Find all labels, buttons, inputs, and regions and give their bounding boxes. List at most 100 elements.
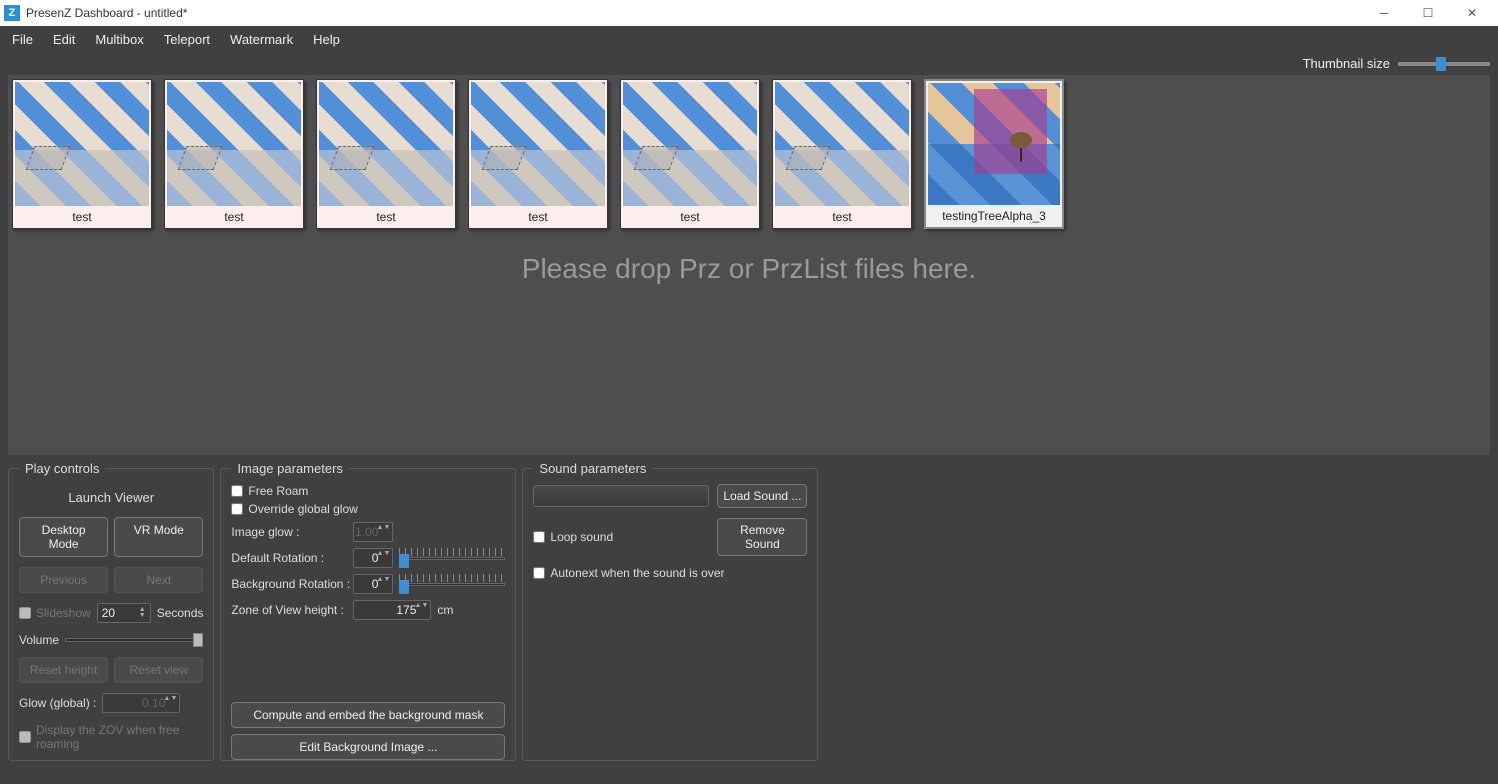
menubar: File Edit Multibox Teleport Watermark He… xyxy=(0,26,1498,52)
override-glow-checkbox[interactable]: Override global glow xyxy=(231,502,505,516)
menu-help[interactable]: Help xyxy=(303,28,350,51)
play-controls-legend: Play controls xyxy=(19,461,105,476)
volume-slider[interactable] xyxy=(65,633,203,647)
background-rotation-label: Background Rotation : xyxy=(231,577,347,591)
free-roam-checkbox[interactable]: Free Roam xyxy=(231,484,505,498)
seconds-label: Seconds xyxy=(157,606,204,620)
vr-mode-button[interactable]: VR Mode xyxy=(114,517,203,557)
slideshow-checkbox-input[interactable] xyxy=(19,607,31,619)
menu-edit[interactable]: Edit xyxy=(43,28,85,51)
thumbnail-item[interactable]: test xyxy=(620,79,760,229)
thumbnail-image xyxy=(928,83,1060,205)
thumbnail-label: test xyxy=(469,208,607,228)
spinner-arrows-icon[interactable]: ▲▼ xyxy=(377,576,391,583)
titlebar: Z PresenZ Dashboard - untitled* ─ ☐ ✕ xyxy=(0,0,1498,26)
free-roam-checkbox-input[interactable] xyxy=(231,485,243,497)
thumbnail-image xyxy=(623,82,757,206)
thumbnail-image xyxy=(15,82,149,206)
previous-button[interactable]: Previous xyxy=(19,567,108,593)
spinner-arrows-icon[interactable]: ▲▼ xyxy=(164,695,178,702)
menu-file[interactable]: File xyxy=(2,28,43,51)
zov-height-input[interactable]: 175 ▲▼ xyxy=(353,600,431,620)
image-glow-label: Image glow : xyxy=(231,525,347,539)
spinner-arrows-icon[interactable]: ▲▼ xyxy=(415,602,429,609)
image-parameters-legend: Image parameters xyxy=(231,461,349,476)
autonext-checkbox-input[interactable] xyxy=(533,567,545,579)
spinner-arrows-icon[interactable]: ▲▼ xyxy=(139,607,146,619)
bottom-panels: Play controls Launch Viewer Desktop Mode… xyxy=(0,455,1498,769)
glow-global-label: Glow (global) : xyxy=(19,696,96,710)
thumbnail-image xyxy=(319,82,453,206)
sound-parameters-panel: Sound parameters Load Sound ... Loop sou… xyxy=(522,461,818,761)
launch-viewer-label: Launch Viewer xyxy=(19,490,203,505)
image-glow-input[interactable]: 1.00 ▲▼ xyxy=(353,522,393,542)
thumbnail-label: test xyxy=(773,208,911,228)
display-zov-checkbox-input[interactable] xyxy=(19,731,31,743)
loop-sound-checkbox[interactable]: Loop sound xyxy=(533,530,709,544)
thumbnail-list: test test test test test test testing xyxy=(12,79,1486,229)
thumbnail-label: test xyxy=(621,208,759,228)
thumbnail-size-slider-thumb[interactable] xyxy=(1436,57,1446,71)
drop-hint-text: Please drop Prz or PrzList files here. xyxy=(8,253,1490,285)
next-button[interactable]: Next xyxy=(114,567,203,593)
free-roam-label: Free Roam xyxy=(248,484,308,498)
default-rotation-slider[interactable] xyxy=(399,548,505,568)
desktop-mode-button[interactable]: Desktop Mode xyxy=(19,517,108,557)
thumbnail-label: test xyxy=(13,208,151,228)
loop-sound-checkbox-input[interactable] xyxy=(533,531,545,543)
override-glow-label: Override global glow xyxy=(248,502,357,516)
thumbnail-item[interactable]: test xyxy=(468,79,608,229)
sound-parameters-legend: Sound parameters xyxy=(533,461,652,476)
thumbnail-label: test xyxy=(165,208,303,228)
app-logo-icon: Z xyxy=(4,5,20,21)
drop-zone[interactable]: test test test test test test testing xyxy=(8,75,1490,455)
autonext-label: Autonext when the sound is over xyxy=(550,566,724,580)
remove-sound-button[interactable]: Remove Sound xyxy=(717,518,807,556)
loop-sound-label: Loop sound xyxy=(550,530,613,544)
autonext-checkbox[interactable]: Autonext when the sound is over xyxy=(533,566,807,580)
spinner-arrows-icon[interactable]: ▲▼ xyxy=(377,550,391,557)
thumbnail-item[interactable]: test xyxy=(164,79,304,229)
close-button[interactable]: ✕ xyxy=(1450,0,1494,26)
thumbnail-image xyxy=(471,82,605,206)
play-controls-panel: Play controls Launch Viewer Desktop Mode… xyxy=(8,461,214,761)
compute-mask-button[interactable]: Compute and embed the background mask xyxy=(231,702,505,728)
zov-height-label: Zone of View height : xyxy=(231,603,347,617)
window-title: PresenZ Dashboard - untitled* xyxy=(26,6,1362,20)
load-sound-button[interactable]: Load Sound ... xyxy=(717,484,807,508)
thumbnail-label: test xyxy=(317,208,455,228)
thumbnail-image xyxy=(775,82,909,206)
thumbnail-size-row: Thumbnail size xyxy=(0,52,1498,75)
maximize-button[interactable]: ☐ xyxy=(1406,0,1450,26)
edit-background-button[interactable]: Edit Background Image ... xyxy=(231,734,505,760)
thumbnail-item-selected[interactable]: testingTreeAlpha_3 xyxy=(924,79,1064,229)
menu-multibox[interactable]: Multibox xyxy=(85,28,153,51)
minimize-button[interactable]: ─ xyxy=(1362,0,1406,26)
image-parameters-panel: Image parameters Free Roam Override glob… xyxy=(220,461,516,761)
thumbnail-size-slider[interactable] xyxy=(1398,62,1490,66)
default-rotation-input[interactable]: 0 ▲▼ xyxy=(353,548,393,568)
slideshow-label: Slideshow xyxy=(36,606,91,620)
volume-label: Volume xyxy=(19,633,59,647)
thumbnail-item[interactable]: test xyxy=(316,79,456,229)
slideshow-checkbox[interactable]: Slideshow xyxy=(19,606,91,620)
background-rotation-slider[interactable] xyxy=(399,574,505,594)
thumbnail-size-label: Thumbnail size xyxy=(1303,56,1390,71)
display-zov-label: Display the ZOV when free roaming xyxy=(36,723,203,751)
reset-height-button[interactable]: Reset height xyxy=(19,657,108,683)
thumbnail-label: testingTreeAlpha_3 xyxy=(926,207,1062,227)
menu-teleport[interactable]: Teleport xyxy=(154,28,220,51)
reset-view-button[interactable]: Reset view xyxy=(114,657,203,683)
background-rotation-input[interactable]: 0 ▲▼ xyxy=(353,574,393,594)
thumbnail-image xyxy=(167,82,301,206)
thumbnail-item[interactable]: test xyxy=(12,79,152,229)
slideshow-seconds-input[interactable]: 20 ▲▼ xyxy=(97,603,151,623)
menu-watermark[interactable]: Watermark xyxy=(220,28,303,51)
display-zov-checkbox[interactable]: Display the ZOV when free roaming xyxy=(19,723,203,751)
default-rotation-label: Default Rotation : xyxy=(231,551,347,565)
thumbnail-item[interactable]: test xyxy=(772,79,912,229)
cm-label: cm xyxy=(437,603,453,617)
glow-global-input[interactable]: 0.10 ▲▼ xyxy=(102,693,180,713)
override-glow-checkbox-input[interactable] xyxy=(231,503,243,515)
spinner-arrows-icon[interactable]: ▲▼ xyxy=(377,524,391,531)
